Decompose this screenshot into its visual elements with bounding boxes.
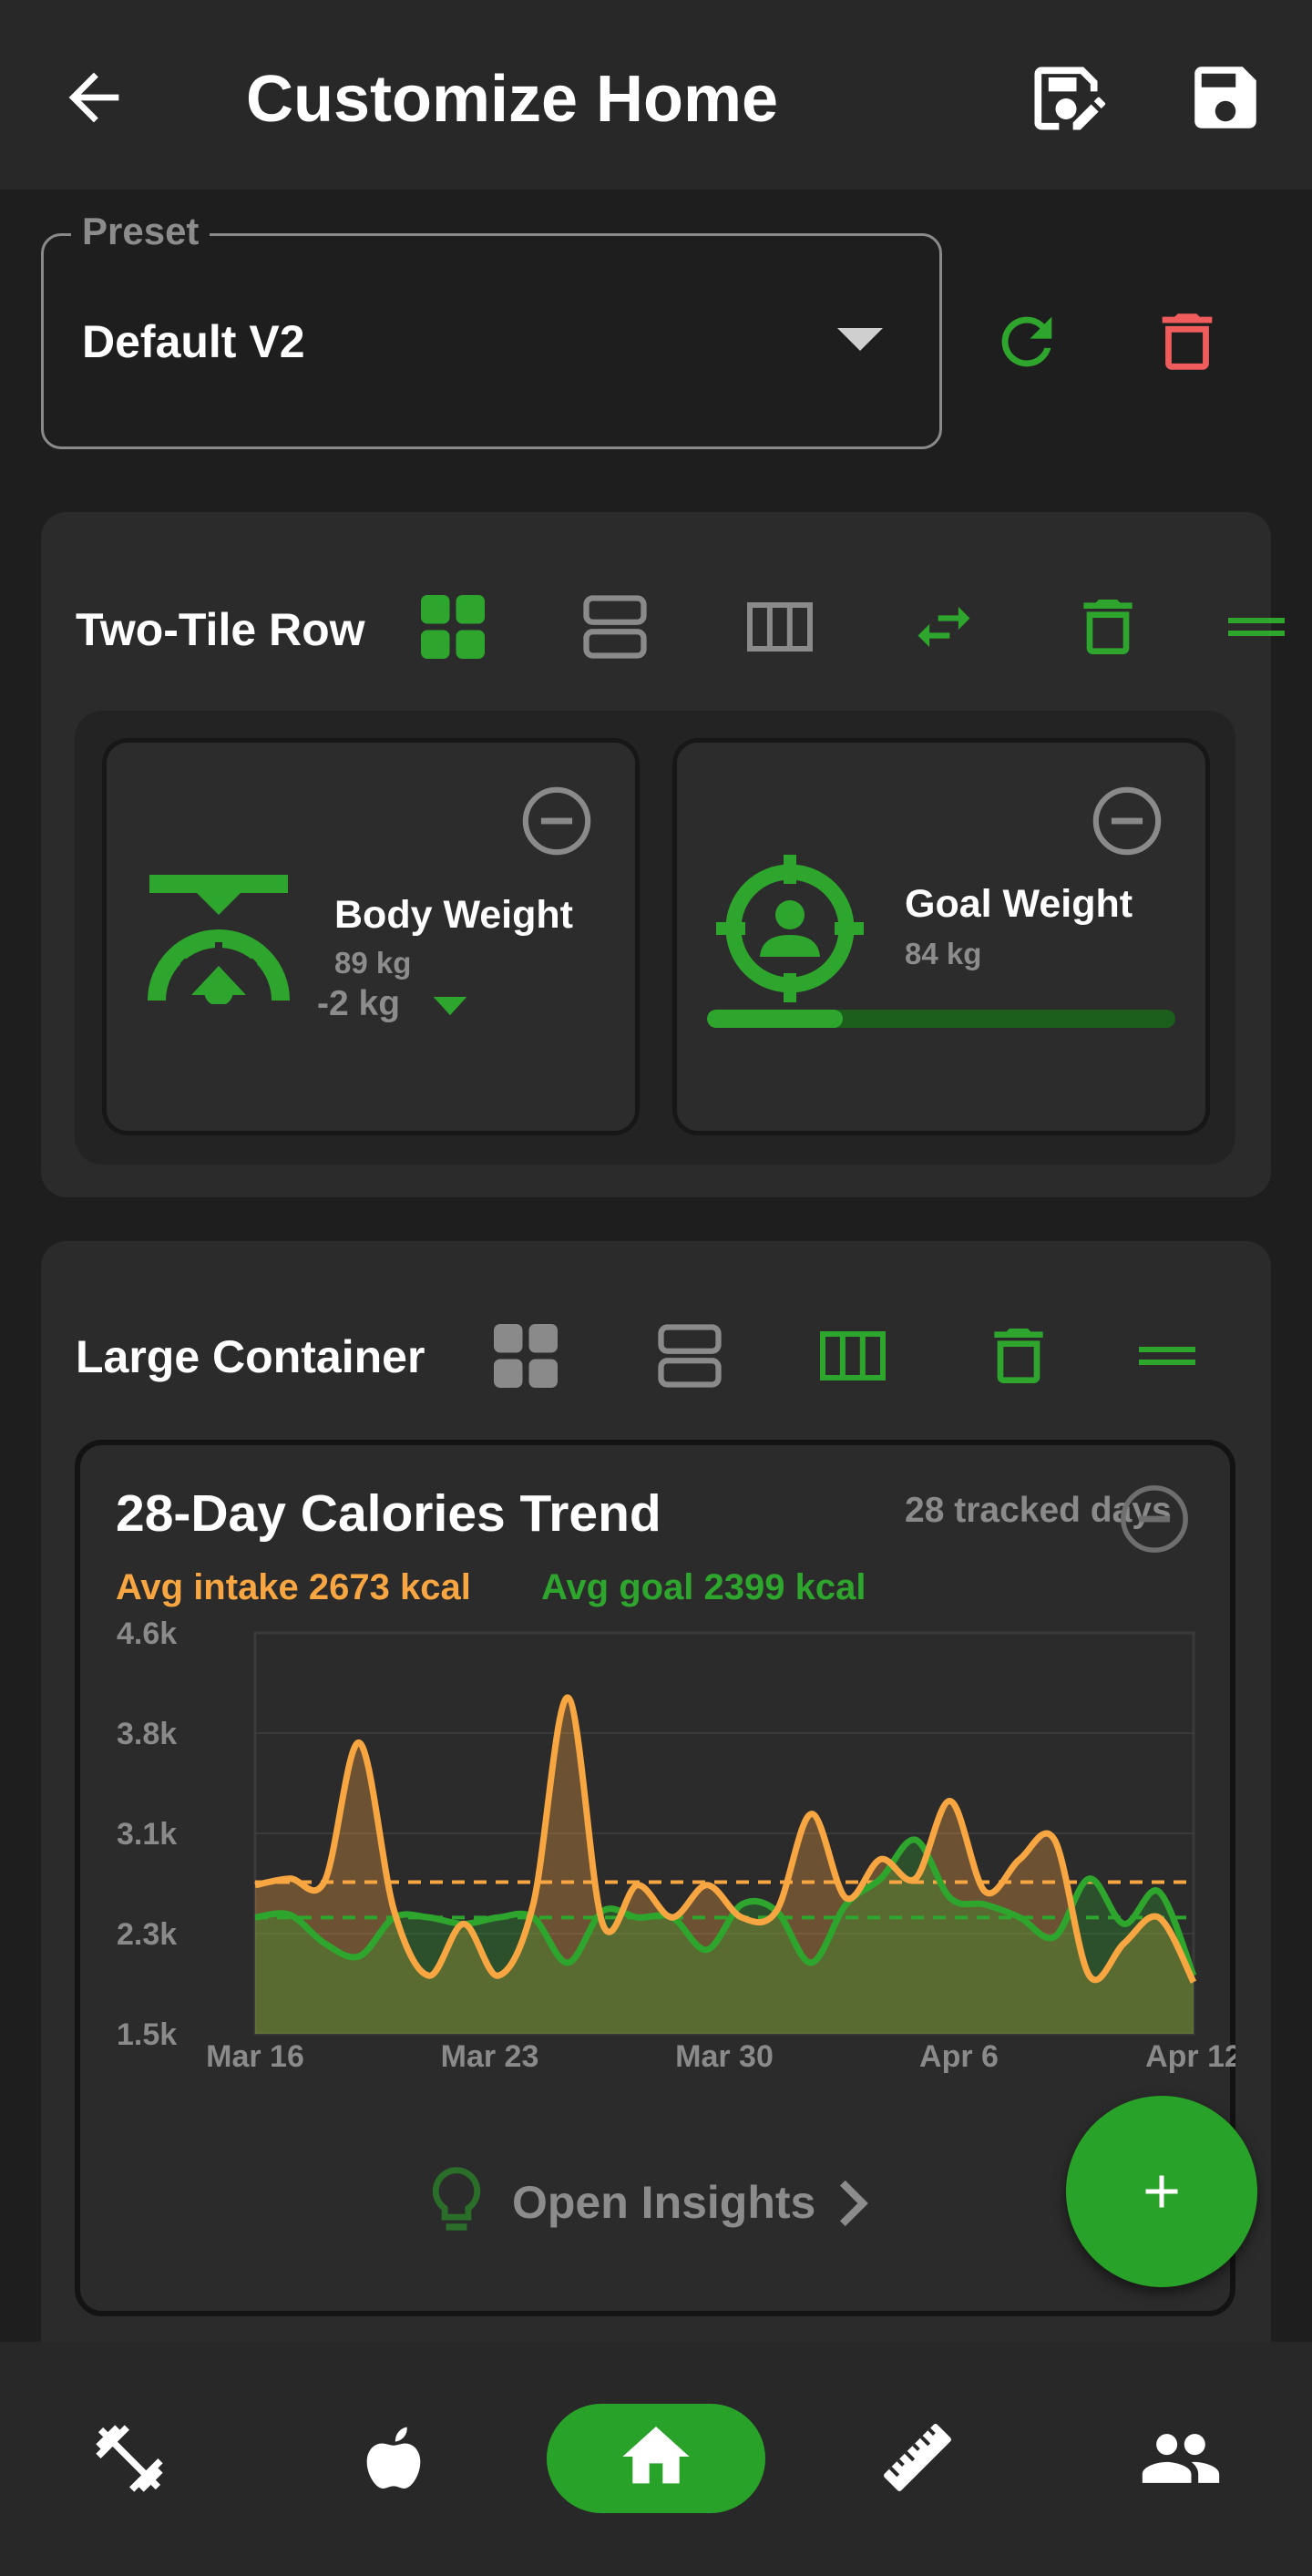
body-weight-change: -2 kg <box>317 984 401 1023</box>
preset-value: Default V2 <box>82 316 305 367</box>
x-tick-label: Mar 16 <box>206 2039 304 2074</box>
remove-circle-icon[interactable] <box>1117 1482 1192 1556</box>
large-container-title: Large Container <box>76 1331 425 1382</box>
goal-progress-bar <box>707 1010 1175 1028</box>
delete-container-icon[interactable] <box>982 1319 1055 1392</box>
lightbulb-icon <box>425 2165 488 2238</box>
drag-handle-icon[interactable] <box>1139 1345 1195 1369</box>
rows-layout-icon[interactable] <box>583 594 647 660</box>
grid-layout-icon[interactable] <box>494 1323 558 1389</box>
plus-icon <box>1145 2175 1178 2208</box>
goal-weight-value: 84 kg <box>905 937 982 970</box>
target-person-icon <box>716 855 864 1002</box>
swap-icon[interactable] <box>909 592 979 662</box>
scale-icon <box>148 875 290 1004</box>
x-tick-label: Mar 23 <box>441 2039 539 2074</box>
delete-row-icon[interactable] <box>1071 590 1144 663</box>
delete-preset-icon[interactable] <box>1150 304 1225 379</box>
chevron-right-icon[interactable] <box>835 2180 871 2227</box>
y-tick-label: 3.1k <box>117 1817 177 1852</box>
add-fab-button[interactable] <box>1066 2096 1257 2287</box>
y-tick-label: 4.6k <box>117 1616 177 1651</box>
people-icon[interactable] <box>1139 2417 1223 2500</box>
columns-layout-icon[interactable] <box>747 600 813 654</box>
calories-line-chart: 1.5k 2.3k 3.1k 3.8k 4.6k Mar 16 Mar 23 Mar 30 Ap… <box>117 1616 1235 2074</box>
dropdown-arrow-icon[interactable] <box>836 328 884 355</box>
two-tile-row-title: Two-Tile Row <box>76 604 365 655</box>
dumbbell-icon[interactable] <box>89 2418 169 2499</box>
preset-label: Preset <box>71 210 210 253</box>
grid-layout-icon[interactable] <box>421 594 485 660</box>
refresh-icon[interactable] <box>989 304 1064 379</box>
app-bar: Customize Home <box>0 0 1312 190</box>
ruler-icon[interactable] <box>876 2417 958 2499</box>
save-icon[interactable] <box>1184 56 1266 139</box>
body-weight-value: 89 kg <box>334 946 412 980</box>
chart-title: 28-Day Calories Trend <box>116 1484 661 1543</box>
apple-icon[interactable] <box>354 2418 434 2499</box>
save-edit-icon[interactable] <box>1024 56 1108 140</box>
y-tick-label: 1.5k <box>117 2017 177 2052</box>
open-insights-link[interactable]: Open Insights <box>512 2176 815 2229</box>
avg-goal-label: Avg goal 2399 kcal <box>541 1567 866 1607</box>
rows-layout-icon[interactable] <box>658 1323 722 1389</box>
down-triangle-icon <box>432 997 468 1017</box>
drag-handle-icon[interactable] <box>1228 616 1285 640</box>
remove-circle-icon[interactable] <box>1090 784 1164 858</box>
columns-layout-icon[interactable] <box>820 1329 886 1383</box>
goal-weight-label: Goal Weight <box>905 882 1133 926</box>
body-weight-label: Body Weight <box>334 893 573 937</box>
y-tick-label: 2.3k <box>117 1917 177 1952</box>
arrow-back-icon[interactable] <box>56 60 131 135</box>
x-tick-label: Apr 6 <box>919 2039 999 2074</box>
home-icon[interactable] <box>616 2417 696 2497</box>
avg-intake-label: Avg intake 2673 kcal <box>116 1567 471 1607</box>
x-tick-label: Apr 12 <box>1145 2039 1235 2074</box>
y-tick-label: 3.8k <box>117 1717 177 1751</box>
page-title: Customize Home <box>246 63 779 136</box>
remove-circle-icon[interactable] <box>519 784 594 858</box>
x-tick-label: Mar 30 <box>675 2039 774 2074</box>
goal-progress-fill <box>707 1010 844 1028</box>
